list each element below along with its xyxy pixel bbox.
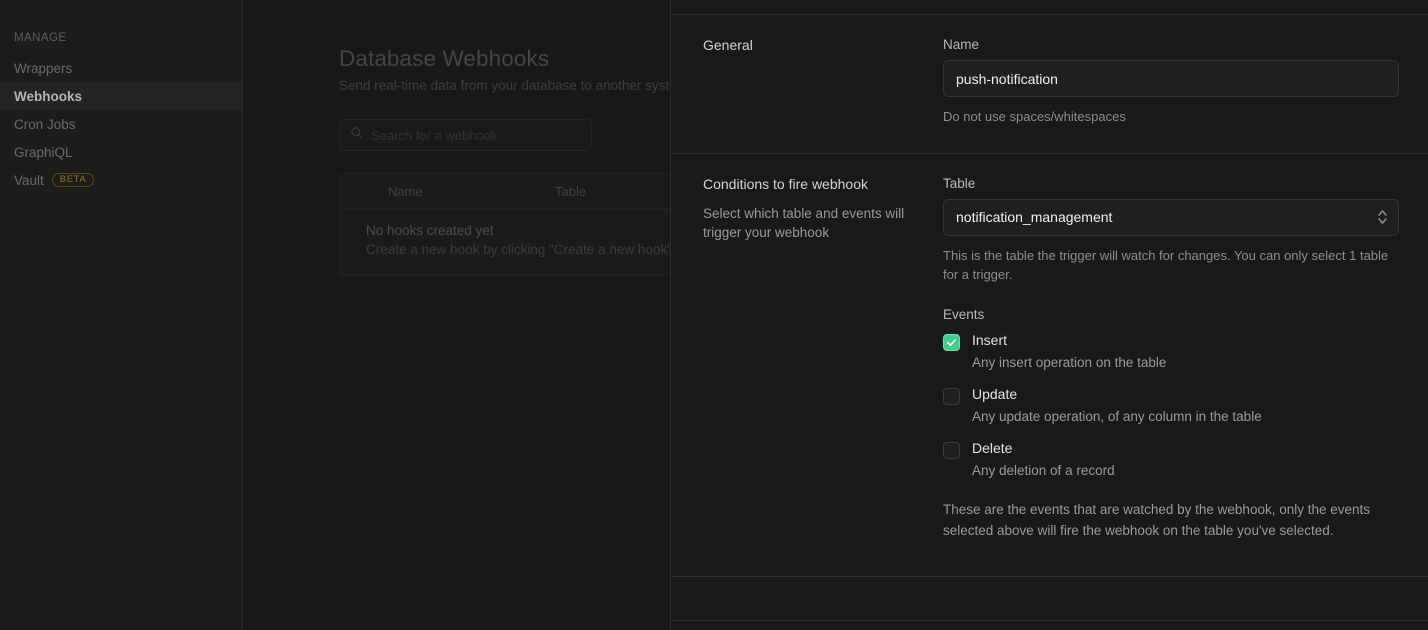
app-root: MANAGE Wrappers Webhooks Cron Jobs Graph… bbox=[0, 0, 1428, 630]
beta-badge: BETA bbox=[51, 172, 95, 188]
section-conditions-left: Conditions to fire webhook Select which … bbox=[703, 176, 943, 543]
sidebar: MANAGE Wrappers Webhooks Cron Jobs Graph… bbox=[0, 0, 243, 630]
event-update-text: Update Any update operation, of any colu… bbox=[972, 386, 1262, 426]
sidebar-item-label: Wrappers bbox=[14, 60, 73, 76]
search-icon bbox=[350, 126, 363, 144]
event-row-delete[interactable]: Delete Any deletion of a record bbox=[943, 440, 1399, 480]
panel-body: General Name Do not use spaces/whitespac… bbox=[671, 15, 1428, 620]
webhook-side-panel: General Name Do not use spaces/whitespac… bbox=[670, 0, 1428, 630]
name-field-label: Name bbox=[943, 37, 980, 52]
section-conditions: Conditions to fire webhook Select which … bbox=[671, 154, 1428, 577]
event-update-name: Update bbox=[972, 385, 1018, 402]
webhook-name-input[interactable] bbox=[943, 60, 1399, 97]
section-conditions-description: Select which table and events will trigg… bbox=[703, 205, 905, 241]
section-general-left: General bbox=[703, 37, 943, 127]
event-delete-name: Delete bbox=[972, 439, 1013, 456]
event-insert-text: Insert Any insert operation on the table bbox=[972, 332, 1166, 372]
section-conditions-title: Conditions to fire webhook bbox=[703, 175, 868, 192]
search-input[interactable]: Search for a webhook bbox=[339, 119, 592, 151]
table-select[interactable]: notification_management bbox=[943, 198, 1399, 236]
event-insert-name: Insert bbox=[972, 331, 1008, 348]
section-general-right: Name Do not use spaces/whitespaces bbox=[943, 37, 1399, 127]
table-select-value: notification_management bbox=[956, 209, 1113, 225]
table-field-label: Table bbox=[943, 175, 976, 191]
chevron-up-down-icon bbox=[1377, 208, 1388, 226]
event-row-insert[interactable]: Insert Any insert operation on the table bbox=[943, 332, 1399, 372]
sidebar-item-cron-jobs[interactable]: Cron Jobs bbox=[0, 110, 242, 138]
section-general: General Name Do not use spaces/whitespac… bbox=[671, 15, 1428, 154]
sidebar-item-graphiql[interactable]: GraphiQL bbox=[0, 138, 242, 166]
panel-header-bar bbox=[671, 0, 1428, 15]
sidebar-item-label: Vault bbox=[14, 172, 44, 188]
sidebar-item-wrappers[interactable]: Wrappers bbox=[0, 54, 242, 82]
sidebar-section-heading: MANAGE bbox=[14, 32, 67, 44]
search-placeholder: Search for a webhook bbox=[371, 127, 498, 143]
events-hint: These are the events that are watched by… bbox=[943, 502, 1371, 539]
checkbox-update[interactable] bbox=[943, 387, 960, 405]
event-delete-description: Any deletion of a record bbox=[972, 462, 1115, 478]
checkbox-insert[interactable] bbox=[943, 333, 960, 351]
event-insert-description: Any insert operation on the table bbox=[972, 354, 1167, 370]
events-label: Events bbox=[943, 306, 985, 322]
section-general-title: General bbox=[703, 37, 753, 53]
section-conditions-right: Table notification_management This is th… bbox=[943, 176, 1399, 543]
event-update-description: Any update operation, of any column in t… bbox=[972, 408, 1262, 424]
event-row-update[interactable]: Update Any update operation, of any colu… bbox=[943, 386, 1399, 426]
sidebar-item-label: GraphiQL bbox=[14, 144, 73, 160]
sidebar-item-webhooks[interactable]: Webhooks bbox=[0, 82, 242, 110]
event-delete-text: Delete Any deletion of a record bbox=[972, 440, 1115, 480]
table-field-hint: This is the table the trigger will watch… bbox=[943, 247, 1389, 283]
sidebar-item-label: Cron Jobs bbox=[14, 116, 76, 132]
panel-footer-bar bbox=[671, 620, 1428, 630]
column-header-name: Name bbox=[388, 183, 423, 199]
name-field-hint: Do not use spaces/whitespaces bbox=[943, 109, 1126, 124]
sidebar-item-vault[interactable]: Vault BETA bbox=[0, 166, 242, 194]
checkbox-delete[interactable] bbox=[943, 441, 960, 459]
sidebar-item-label: Webhooks bbox=[14, 88, 83, 104]
